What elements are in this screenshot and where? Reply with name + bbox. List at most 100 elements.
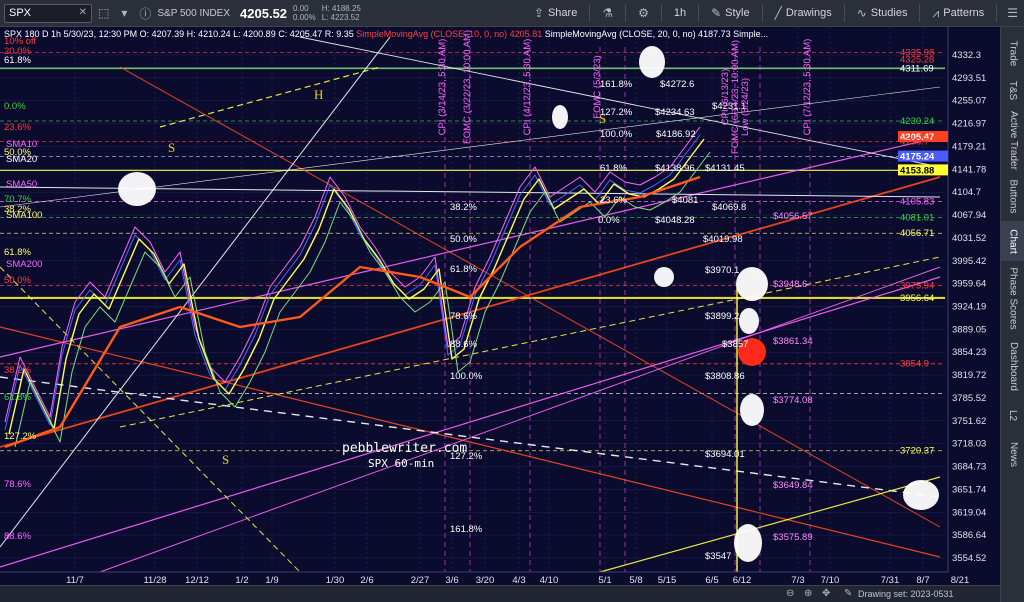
price-level-label: $3808.86 <box>705 371 745 382</box>
chart-canvas[interactable]: HSSS161.8%127.2%100.0%61.8%23.6%0.0%38.2… <box>0 27 1000 585</box>
price-axis-label: 3718.03 <box>952 439 986 450</box>
dropdown-icon[interactable]: ▾ <box>121 6 127 20</box>
price-axis-label: 4179.21 <box>952 141 986 152</box>
menu-button[interactable]: ☰ <box>1001 0 1024 27</box>
clear-symbol-icon[interactable]: ✕ <box>79 7 87 18</box>
fib-level-label: 61.8% <box>450 264 477 275</box>
zoom-in-icon[interactable]: ⊕ <box>804 588 812 599</box>
left-fib-label: 50.0% <box>4 147 31 158</box>
left-fib-label: 23.6% <box>4 122 31 133</box>
time-axis-label: 8/7 <box>916 575 929 585</box>
fib-level-label: 0.0% <box>598 215 620 226</box>
flask-button[interactable]: ⚗ <box>594 0 621 27</box>
drawing-set-label[interactable]: Drawing set: 2023-0531 <box>858 589 954 599</box>
price-level-label: $3970.1 <box>705 265 739 276</box>
time-axis-label: 3/6 <box>445 575 458 585</box>
price-level-label: $3857 <box>722 339 748 350</box>
annotation-circle <box>552 105 568 129</box>
info-icon[interactable]: ⓘ <box>139 5 151 22</box>
annotation-circle <box>639 46 665 78</box>
gear-icon: ⚙ <box>638 6 649 20</box>
price-level-label: $4081 <box>672 195 698 206</box>
chart-toolbar: SPX ✕ ⬚ ▾ ⓘ S&P 500 INDEX 4205.52 0.00 0… <box>0 0 1024 27</box>
price-level-label: $3774.08 <box>773 395 813 406</box>
patterns-icon: ⩘ <box>932 5 940 20</box>
drawings-label: Drawings <box>785 7 832 19</box>
moving-average-label: SMA200 <box>6 259 42 270</box>
patterns-button[interactable]: ⩘ Patterns <box>924 0 992 27</box>
price-axis-label: 3924.19 <box>952 302 986 313</box>
time-axis-label: 5/8 <box>629 575 642 585</box>
style-button[interactable]: ✎ Style <box>703 0 758 27</box>
drawings-button[interactable]: ╱ Drawings <box>767 0 840 27</box>
price-level-label: $3948.6 <box>773 279 807 290</box>
price-axis-label: 4255.07 <box>952 96 986 107</box>
price-chart[interactable]: H S S S 161.8% 127.2% 100.0% 61.8% 23.6% 0.0% 38.2… <box>0 27 1000 585</box>
sidebar-tab-trade[interactable]: Trade <box>1001 33 1024 73</box>
hilo-block: H: 4188.25 L: 4223.52 <box>322 4 361 22</box>
share-button[interactable]: ⇪ Share <box>526 0 585 27</box>
last-price: 4205.52 <box>240 5 288 21</box>
link-icon[interactable]: ⬚ <box>98 6 109 20</box>
symbol-description: S&P 500 INDEX <box>157 7 231 19</box>
left-fib-label: 38.2% <box>4 365 31 376</box>
event-line-label: CPI (7/12/23, 5:30 AM) <box>802 39 813 136</box>
price-axis-label: 4216.97 <box>952 119 986 130</box>
sidebar-tab-label: Dashboard <box>1007 341 1019 391</box>
sidebar-tab-active-trader[interactable]: Active Trader <box>1001 109 1024 171</box>
left-fib-label: 50.0% <box>4 275 31 286</box>
price-axis-label: 3751.62 <box>952 416 986 427</box>
zoom-out-icon[interactable]: ⊖ <box>786 588 794 599</box>
sidebar-tab-chart[interactable]: Chart <box>1001 221 1024 261</box>
symbol-input[interactable]: SPX ✕ <box>4 3 92 23</box>
drawings-icon: ╱ <box>774 6 782 20</box>
event-line-label: CPI (4/12/23, 5:30 AM) <box>522 39 533 136</box>
time-axis-label: 3/20 <box>476 575 495 585</box>
time-axis-label: 7/31 <box>881 575 900 585</box>
chart-legend: SPX 180 D 1h 5/30/23, 12:30 PM O: 4207.3… <box>4 29 768 39</box>
left-fib-label: 88.6% <box>4 531 31 542</box>
price-tag-label: 4230.24 <box>900 116 934 127</box>
price-axis-label: 4332.3 <box>952 50 981 61</box>
annotation-circle <box>739 308 759 334</box>
sma20-legend: SimpleMovingAvg (CLOSE, 20, 0, no) 4187.… <box>544 29 769 39</box>
style-label: Style <box>725 7 750 19</box>
bottom-toolbar: ⊖ ⊕ ✥ ✎ Drawing set: 2023-0531 <box>0 585 1000 602</box>
pan-icon[interactable]: ✥ <box>822 588 830 599</box>
sidebar-tab-label: News <box>1007 441 1019 467</box>
sma10-legend: SimpleMovingAvg (CLOSE, 10, 0, no) 4205.… <box>356 29 543 39</box>
time-axis-label: 7/10 <box>821 575 840 585</box>
price-tag-label: 4105.83 <box>900 196 934 207</box>
sidebar-tab-phase-scores[interactable]: Phase Scores <box>1001 263 1024 333</box>
price-tag-label: 4081.01 <box>900 213 934 224</box>
fib-level-label: 38.2% <box>450 202 477 213</box>
price-tag-label: 3854.9 <box>900 359 929 370</box>
menu-icon: ☰ <box>1007 6 1018 20</box>
studies-button[interactable]: ∿ Studies <box>849 0 916 27</box>
settings-button[interactable]: ⚙ <box>630 0 657 27</box>
sidebar-tab-t-s[interactable]: T&S <box>1001 73 1024 107</box>
price-axis-label: 3959.64 <box>952 279 986 290</box>
left-fib-label: 38.2% <box>4 204 31 215</box>
sidebar-tab-dashboard[interactable]: Dashboard <box>1001 333 1024 399</box>
price-axis-label: 3785.52 <box>952 393 986 404</box>
ohlc-legend: SPX 180 D 1h 5/30/23, 12:30 PM O: 4207.3… <box>4 29 354 39</box>
left-fib-label: 127.2% <box>4 431 37 442</box>
timeframe-button[interactable]: 1h <box>666 0 694 27</box>
sidebar-tab-l2[interactable]: L2 <box>1001 403 1024 427</box>
trend-line <box>0 266 301 573</box>
annotation-circle <box>736 267 768 301</box>
price-axis-label: 4104.7 <box>952 187 981 198</box>
price-level-label: $4138.96 <box>655 163 695 174</box>
drawing-set-icon[interactable]: ✎ <box>844 588 852 599</box>
sidebar-tab-label: Buttons <box>1007 179 1019 213</box>
sidebar-tab-news[interactable]: News <box>1001 429 1024 479</box>
flask-icon: ⚗ <box>602 6 614 20</box>
time-axis-label: 1/2 <box>235 575 248 585</box>
trend-line <box>159 66 381 128</box>
change-block: 0.00 0.00% <box>293 4 316 22</box>
sidebar-tab-label: L2 <box>1007 409 1019 421</box>
price-axis-label: 3651.74 <box>952 484 986 495</box>
time-axis-label: 1/9 <box>265 575 278 585</box>
sidebar-tab-buttons[interactable]: Buttons <box>1001 173 1024 219</box>
